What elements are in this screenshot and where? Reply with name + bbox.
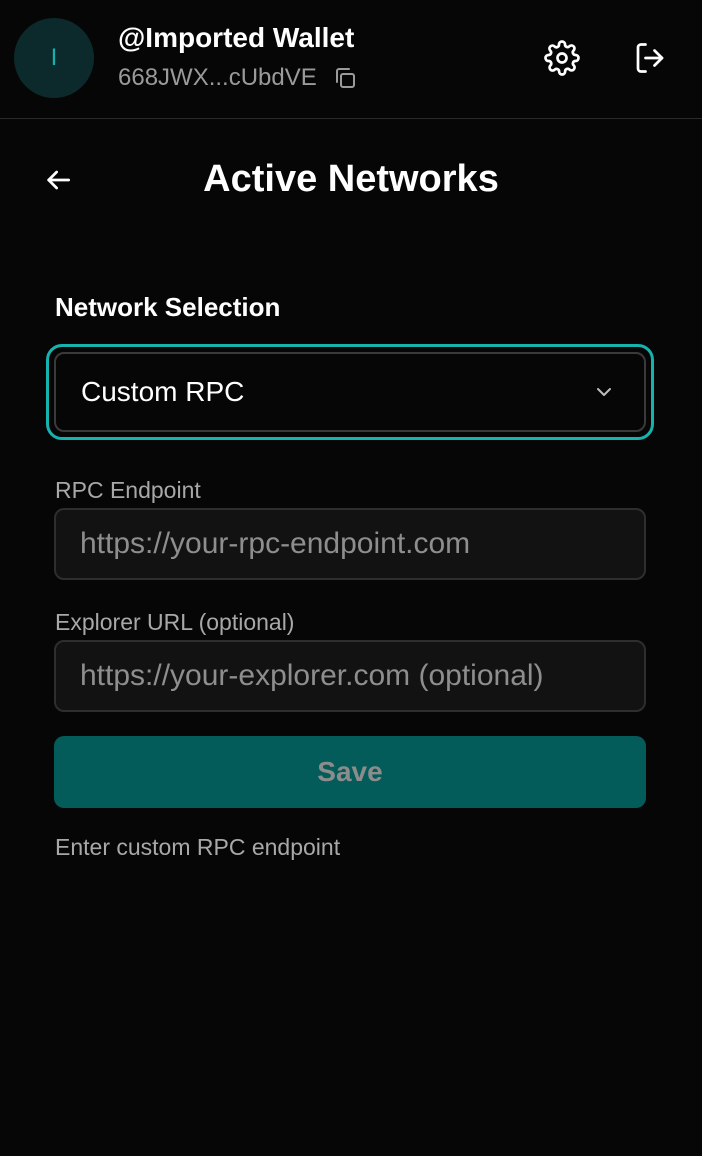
save-button[interactable]: Save <box>54 736 646 808</box>
wallet-header: I @Imported Wallet 668JWX...cUbdVE <box>0 0 702 119</box>
network-select-value: Custom RPC <box>81 376 245 407</box>
network-selection-label: Network Selection <box>55 292 281 322</box>
wallet-address-row: 668JWX...cUbdVE <box>118 64 357 92</box>
page-title: Active Networks <box>203 158 499 200</box>
chevron-down-icon <box>592 380 616 404</box>
explorer-url-label: Explorer URL (optional) <box>55 609 295 635</box>
wallet-address: 668JWX...cUbdVE <box>118 64 317 91</box>
explorer-url-input[interactable] <box>54 640 646 712</box>
logout-icon[interactable] <box>632 40 668 76</box>
network-select[interactable]: Custom RPC <box>54 352 646 432</box>
hint-text: Enter custom RPC endpoint <box>55 834 341 860</box>
rpc-endpoint-input[interactable] <box>54 508 646 580</box>
rpc-endpoint-label: RPC Endpoint <box>55 477 201 503</box>
copy-icon[interactable] <box>333 66 357 90</box>
avatar-initial: I <box>50 44 58 71</box>
wallet-name: @Imported Wallet <box>118 22 355 53</box>
gear-icon[interactable] <box>544 40 580 76</box>
avatar[interactable]: I <box>14 18 94 98</box>
